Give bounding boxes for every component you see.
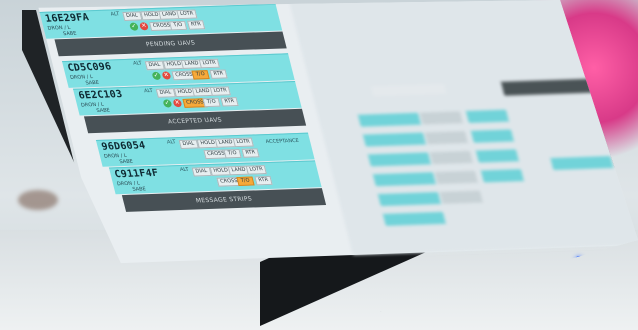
blurred-strip[interactable]: [362, 132, 426, 147]
blurred-cell: [424, 131, 468, 145]
lotr-button[interactable]: LOTR: [232, 137, 254, 148]
to-button[interactable]: T/O: [236, 176, 255, 186]
callsign: 16E29FA: [43, 12, 91, 25]
to-button[interactable]: T/O: [191, 70, 210, 80]
strip-route: SABE: [131, 186, 147, 193]
blurred-strip[interactable]: [465, 109, 509, 123]
blurred-strip[interactable]: [480, 169, 524, 183]
check-icon[interactable]: ✓: [128, 22, 139, 31]
callsign: 6E2C103: [77, 89, 124, 102]
blurred-cell: [434, 170, 478, 185]
right-pane-header: [370, 83, 447, 97]
rtr-button[interactable]: RTR: [241, 148, 260, 158]
callsign: CD5C096: [66, 61, 113, 74]
alt-label: ALT: [109, 11, 121, 18]
background-object: [18, 190, 58, 210]
blurred-cell: [419, 111, 463, 125]
blurred-strip[interactable]: [377, 192, 441, 207]
check-icon[interactable]: ✓: [151, 71, 162, 80]
strip-route: SABE: [62, 30, 78, 38]
screen: 16E29FA ALT DRON / L SABE DIAL HOLD LAND…: [38, 0, 638, 264]
blurred-strip[interactable]: [470, 129, 514, 143]
alt-label: ALT: [132, 60, 143, 67]
dial-button[interactable]: DIAL: [191, 167, 212, 177]
check-icon[interactable]: ✓: [162, 99, 173, 108]
cross-icon[interactable]: ✕: [172, 99, 183, 108]
to-button[interactable]: T/O: [223, 148, 242, 159]
dial-button[interactable]: DIAL: [155, 88, 176, 98]
blurred-cell: [439, 190, 483, 204]
alt-label: ALT: [179, 166, 190, 174]
blurred-strip[interactable]: [475, 149, 519, 163]
callsign: C911F4F: [113, 167, 160, 181]
rtr-button[interactable]: RTR: [254, 175, 273, 186]
cross-icon[interactable]: ✕: [138, 22, 149, 31]
callsign: 96D6054: [100, 140, 147, 153]
blurred-strip[interactable]: [382, 211, 446, 226]
blurred-strip[interactable]: [372, 172, 436, 187]
blurred-strip[interactable]: [367, 152, 431, 167]
dial-button[interactable]: DIAL: [144, 60, 165, 71]
strip-route: SABE: [84, 79, 100, 87]
strip-route: SABE: [95, 107, 111, 114]
rtr-button[interactable]: RTR: [220, 97, 239, 107]
lotr-button[interactable]: LOTR: [198, 58, 221, 69]
alt-label: ALT: [166, 139, 177, 146]
lotr-button[interactable]: LOTR: [209, 86, 232, 96]
to-button[interactable]: T/O: [202, 97, 221, 108]
dial-button[interactable]: DIAL: [122, 11, 143, 21]
rtr-button[interactable]: RTR: [209, 69, 228, 79]
dial-button[interactable]: DIAL: [178, 139, 199, 150]
alt-label: ALT: [143, 88, 154, 95]
cross-icon[interactable]: ✕: [161, 71, 172, 80]
right-pane-dark-bar: [500, 78, 595, 96]
strip-route: SABE: [118, 158, 134, 166]
blurred-strip[interactable]: [550, 156, 614, 171]
to-button[interactable]: T/O: [168, 20, 188, 31]
blurred-strip[interactable]: [357, 112, 421, 127]
strip-tag: ACCEPTANCE: [265, 137, 300, 146]
lotr-button[interactable]: LOTR: [245, 165, 267, 175]
lotr-button[interactable]: LOTR: [176, 9, 198, 20]
rtr-button[interactable]: RTR: [186, 20, 206, 30]
blurred-cell: [429, 150, 473, 165]
